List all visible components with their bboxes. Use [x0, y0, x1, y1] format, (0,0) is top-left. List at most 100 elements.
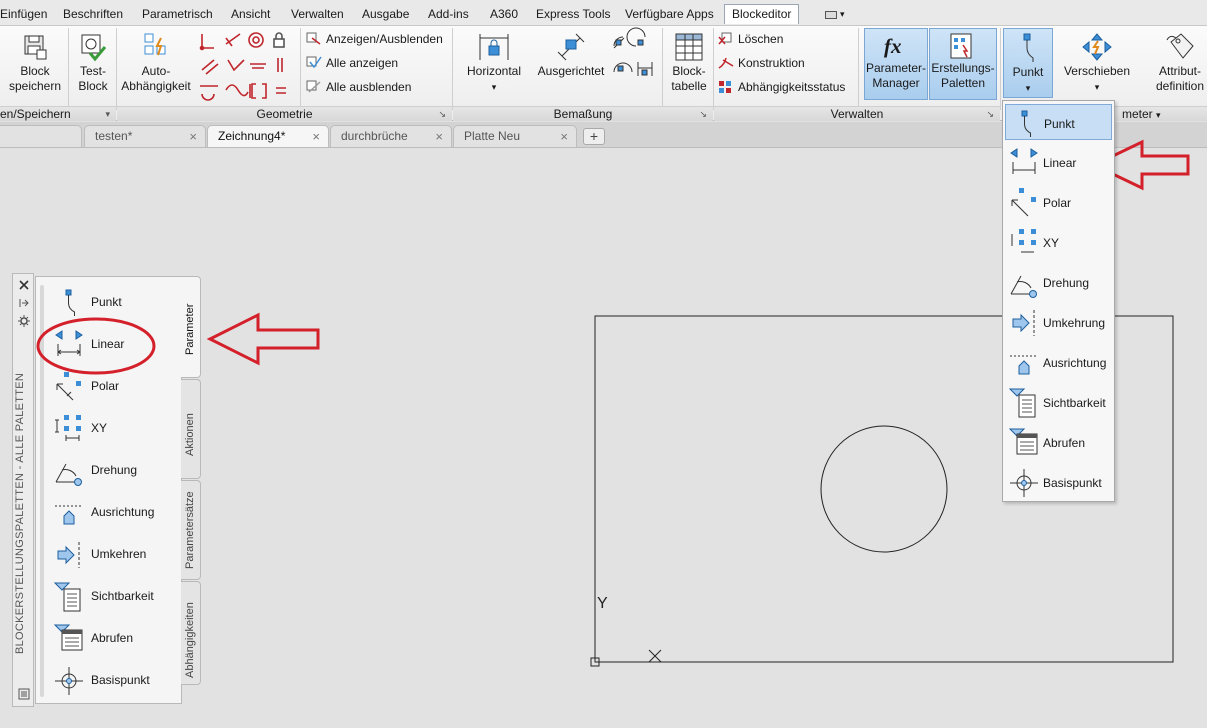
new-tab-button[interactable]: + — [583, 128, 605, 145]
panel-label-dimension[interactable]: Bemaßung ↘ — [453, 106, 713, 121]
auto-hide-icon[interactable] — [18, 297, 30, 309]
block-table-button[interactable]: Block- tabelle — [666, 32, 712, 94]
menu-ausgabe[interactable]: Ausgabe — [362, 7, 409, 21]
palette-title: BLOCKERSTELLUNGSPALETTEN - ALLE PALETTEN — [14, 373, 32, 655]
collinear-icon — [225, 33, 241, 47]
dimension-small-icons[interactable] — [610, 27, 656, 82]
fx-function-icon: fx — [884, 34, 902, 58]
point-parameter-dropdown-button[interactable]: Punkt ▾ — [1003, 28, 1053, 98]
tab-testen[interactable]: testen* × — [84, 125, 206, 147]
palette-tab-abhaengigkeiten[interactable]: Abhängigkeiten — [181, 581, 201, 685]
coincident-icon — [201, 34, 214, 49]
close-icon[interactable] — [18, 279, 30, 291]
properties-gear-icon[interactable] — [18, 315, 30, 327]
dropdown-item-abrufen[interactable]: Abrufen — [1005, 424, 1112, 460]
point-parameter-icon — [65, 289, 75, 316]
palette-item-ausrichtung[interactable]: Ausrichtung — [54, 496, 174, 530]
panel-label-manage[interactable]: Verwalten ↘ — [714, 106, 1000, 121]
horizontal-dim-button[interactable]: Horizontal ▾ — [462, 32, 526, 95]
dropdown-item-ausrichtung[interactable]: Ausrichtung — [1005, 344, 1112, 380]
construction-button[interactable]: Konstruktion — [718, 55, 805, 71]
tab-close-icon[interactable]: × — [312, 126, 320, 147]
palette-item-punkt[interactable]: Punkt — [54, 286, 174, 320]
palette-item-label: Drehung — [91, 463, 138, 477]
menu-verwalten[interactable]: Verwalten — [291, 7, 344, 21]
authoring-palettes-button[interactable]: Erstellungs- Paletten — [929, 28, 997, 100]
show-all-button[interactable]: Alle anzeigen — [306, 55, 398, 71]
dropdown-item-xy[interactable]: XY — [1005, 224, 1112, 260]
panel-open-save-text: en/Speichern — [0, 107, 71, 121]
palette-item-umkehren[interactable]: Umkehren — [54, 538, 174, 572]
aligned-dim-label: Ausgerichtet — [537, 64, 605, 78]
tab-close-icon[interactable]: × — [189, 126, 197, 147]
block-save-button[interactable]: Block speichern — [8, 32, 62, 94]
palette-tab-parametersaetze[interactable]: Parametersätze — [181, 480, 201, 580]
palette-item-drehung[interactable]: Drehung — [54, 454, 174, 488]
lookup-parameter-icon — [1008, 428, 1038, 455]
dropdown-item-polar[interactable]: Polar — [1005, 184, 1112, 220]
tab-close-icon[interactable]: × — [560, 126, 568, 147]
palette-menu-icon[interactable] — [18, 688, 30, 700]
block-table-line1: Block- — [672, 64, 706, 78]
panel-label-open-save[interactable]: en/Speichern ▾ — [0, 106, 116, 121]
ribbon-minimize-toggle[interactable]: ▾ — [822, 8, 848, 20]
palette-item-basispunkt[interactable]: Basispunkt — [54, 664, 174, 698]
delete-button[interactable]: Löschen — [718, 31, 783, 47]
menu-einfuegen[interactable]: Einfügen — [0, 7, 47, 21]
palette-tab-aktionen[interactable]: Aktionen — [181, 379, 201, 479]
tab-hidden-left[interactable] — [0, 125, 82, 147]
palette-tab-parameter-label: Parameter — [184, 303, 196, 355]
constraint-status-button[interactable]: Abhängigkeitsstatus — [718, 79, 845, 95]
palette-item-label: Punkt — [91, 295, 122, 309]
panel-label-parameter[interactable]: meter ▾ — [1115, 106, 1207, 121]
alignment-parameter-icon — [1010, 355, 1038, 375]
menu-a360[interactable]: A360 — [490, 7, 518, 21]
aligned-dim-button[interactable]: Ausgerichtet — [534, 32, 608, 79]
dropdown-item-umkehrung[interactable]: Umkehrung — [1005, 304, 1112, 340]
point-parameter-label: Punkt — [1012, 65, 1044, 79]
menu-express-tools[interactable]: Express Tools — [536, 7, 610, 21]
hide-all-button[interactable]: Alle ausblenden — [306, 79, 411, 95]
move-action-button[interactable]: Verschieben ▾ — [1060, 32, 1134, 95]
menu-parametrisch[interactable]: Parametrisch — [142, 7, 213, 21]
xy-parameter-icon — [55, 415, 81, 441]
palette-item-label: Sichtbarkeit — [91, 589, 154, 603]
xy-parameter-icon — [1011, 229, 1036, 253]
tab-platte-neu[interactable]: Platte Neu × — [453, 125, 577, 147]
dropdown-item-label: Punkt — [1044, 117, 1075, 131]
point-parameter-icon — [1023, 33, 1034, 62]
palette-item-sichtbarkeit[interactable]: Sichtbarkeit — [53, 580, 174, 614]
linear-parameter-icon — [1010, 148, 1038, 174]
dropdown-item-drehung[interactable]: Drehung — [1005, 264, 1112, 300]
menu-addins[interactable]: Add-ins — [428, 7, 469, 21]
palette-title-bar[interactable]: BLOCKERSTELLUNGSPALETTEN - ALLE PALETTEN — [12, 273, 34, 707]
tab-close-icon[interactable]: × — [435, 126, 443, 147]
svg-text:fx: fx — [884, 34, 902, 58]
geometric-constraints-grid[interactable] — [198, 30, 292, 101]
auto-constrain-button[interactable]: Auto- Abhängigkeit — [118, 32, 194, 94]
menu-ansicht[interactable]: Ansicht — [231, 7, 270, 21]
menu-blockeditor[interactable]: Blockeditor — [724, 4, 800, 24]
parameter-manager-button[interactable]: fx Parameter- Manager — [864, 28, 928, 100]
panel-label-geometry[interactable]: Geometrie ↘ — [117, 106, 452, 121]
dropdown-item-linear[interactable]: Linear — [1005, 144, 1112, 180]
menu-verfuegbare-apps[interactable]: Verfügbare Apps — [625, 7, 714, 21]
show-all-icon — [306, 56, 322, 69]
menu-beschriften[interactable]: Beschriften — [63, 7, 123, 21]
panel-parameter-text: meter — [1122, 107, 1153, 121]
palette-tab-parametersaetze-label: Parametersätze — [184, 491, 196, 569]
move-arrows-icon — [1082, 33, 1112, 61]
tab-zeichnung4[interactable]: Zeichnung4* × — [207, 125, 329, 147]
palette-item-abrufen[interactable]: Abrufen — [53, 622, 174, 656]
dropdown-item-sichtbarkeit[interactable]: Sichtbarkeit — [1005, 384, 1112, 420]
test-block-line2: Block — [78, 79, 108, 93]
construction-icon — [718, 57, 734, 69]
tab-durchbrueche[interactable]: durchbrüche × — [330, 125, 452, 147]
attribute-definition-button[interactable]: Attribut- definition — [1150, 32, 1207, 94]
show-hide-button[interactable]: Anzeigen/Ausblenden — [306, 31, 443, 47]
dropdown-item-basispunkt[interactable]: Basispunkt — [1005, 464, 1112, 500]
palette-tab-parameter[interactable]: Parameter — [181, 276, 201, 378]
dropdown-item-punkt[interactable]: Punkt — [1005, 104, 1112, 140]
test-block-button[interactable]: Test- Block — [72, 32, 114, 94]
palette-item-xy[interactable]: XY — [54, 412, 174, 446]
